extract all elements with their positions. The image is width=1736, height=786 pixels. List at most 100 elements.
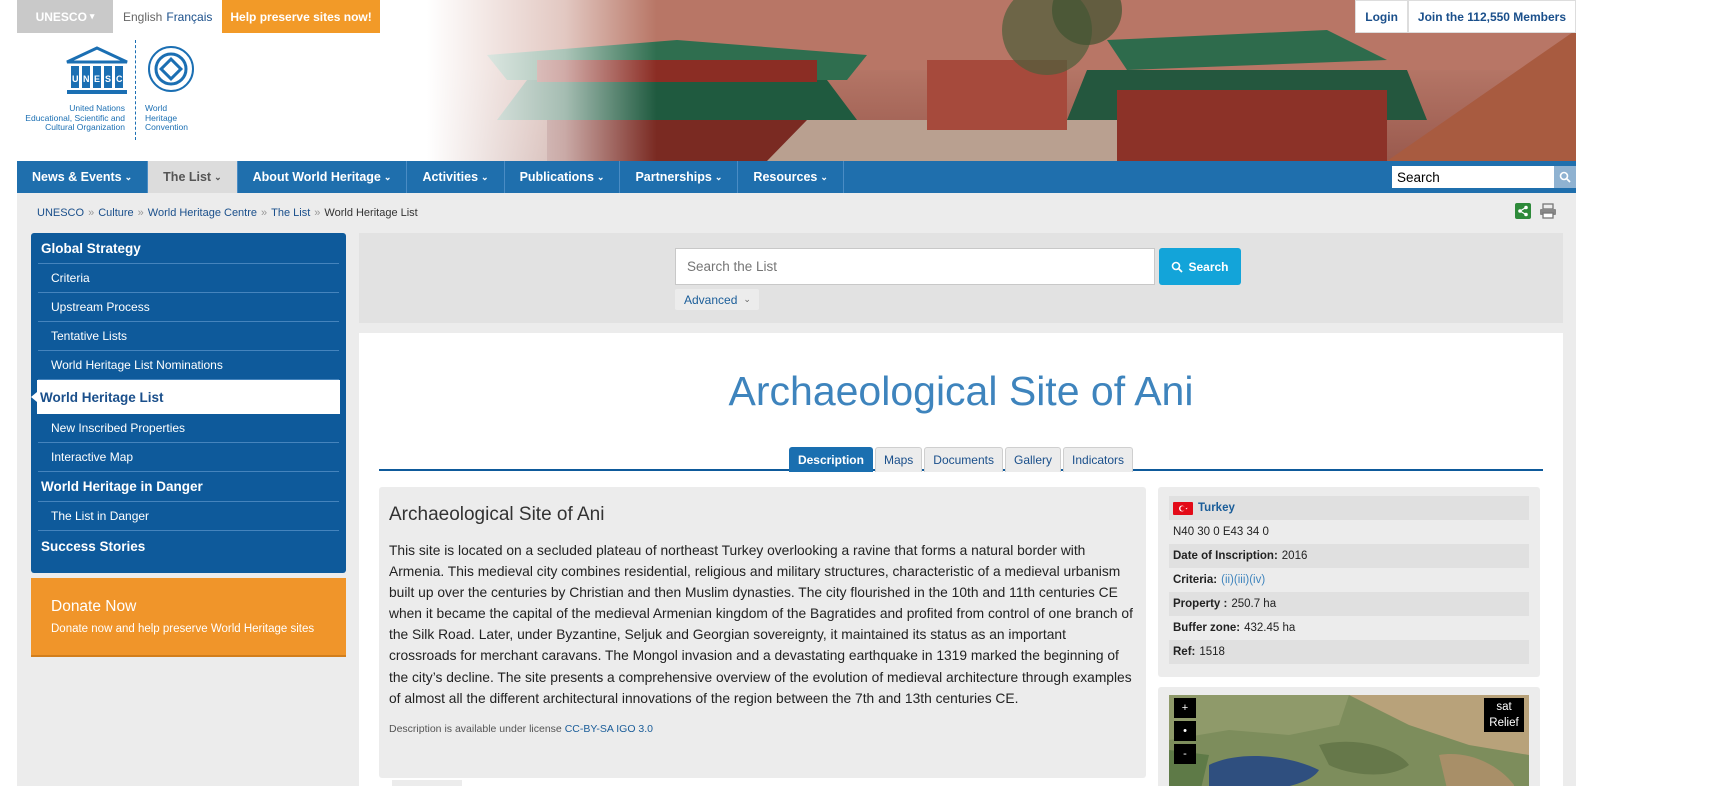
- criteria-link[interactable]: (ii)(iii)(iv): [1221, 574, 1265, 586]
- unesco-dropdown[interactable]: UNESCO ▾: [17, 0, 113, 33]
- tab-maps[interactable]: Maps: [874, 447, 923, 472]
- search-icon: [1172, 261, 1184, 273]
- top-utility-bar: UNESCO ▾ English Français Help preserve …: [17, 0, 380, 33]
- share-icon[interactable]: [1515, 203, 1531, 219]
- breadcrumb-unesco[interactable]: UNESCO: [37, 207, 84, 219]
- chevron-down-icon: ⌄: [214, 171, 222, 182]
- nav-search-button[interactable]: [1554, 166, 1576, 188]
- donate-box[interactable]: Donate Now Donate now and help preserve …: [31, 578, 346, 657]
- svg-text:E: E: [94, 74, 100, 84]
- inscription-value: 2016: [1281, 550, 1308, 562]
- content-tabs: Description Maps Documents Gallery Indic…: [379, 447, 1543, 472]
- help-preserve-button[interactable]: Help preserve sites now!: [222, 0, 380, 33]
- language-switcher: English Français: [113, 0, 223, 33]
- inscription-row: Date of Inscription: 2016: [1169, 544, 1529, 568]
- inscription-label: Date of Inscription:: [1173, 550, 1278, 562]
- list-search-input[interactable]: [675, 248, 1155, 285]
- license-note: Description is available under license C…: [389, 723, 1136, 735]
- map-center-button[interactable]: •: [1174, 721, 1196, 741]
- whc-logo[interactable]: [146, 44, 196, 94]
- nav-activities[interactable]: Activities ⌄: [407, 161, 505, 193]
- nav-news-events[interactable]: News & Events ⌄: [17, 161, 149, 193]
- tab-documents[interactable]: Documents: [924, 447, 1003, 472]
- nav-label: Publications: [519, 170, 594, 184]
- svg-text:N: N: [83, 74, 90, 84]
- country-link[interactable]: Turkey: [1198, 502, 1235, 514]
- nav-label: Partnerships: [635, 170, 712, 184]
- nav-label: Activities: [422, 170, 479, 184]
- site-info-panel: Turkey N40 30 0 E43 34 0 Date of Inscrip…: [1158, 487, 1540, 677]
- interactive-map[interactable]: + • - sat Relief: [1169, 695, 1529, 786]
- breadcrumb-separator: »: [88, 207, 95, 219]
- property-label: Property :: [1173, 598, 1228, 610]
- map-zoom-out-button[interactable]: -: [1174, 744, 1196, 764]
- chevron-down-icon: ⌄: [124, 171, 133, 182]
- lang-english[interactable]: English: [123, 10, 162, 24]
- breadcrumb-the-list[interactable]: The List: [271, 207, 310, 219]
- map-layer-switcher[interactable]: sat Relief: [1484, 698, 1524, 732]
- license-link[interactable]: CC-BY-SA IGO 3.0: [565, 723, 653, 735]
- breadcrumb-separator: »: [137, 207, 144, 219]
- turkey-flag-icon: [1173, 501, 1193, 515]
- nav-about-world-heritage[interactable]: About World Heritage ⌄: [238, 161, 408, 193]
- whc-name: World Heritage Convention: [145, 103, 189, 133]
- sidebar-item-nominations[interactable]: World Heritage List Nominations: [38, 351, 339, 380]
- chevron-down-icon: ⌄: [596, 171, 605, 182]
- lang-french[interactable]: Français: [166, 10, 212, 24]
- donate-text: Donate now and help preserve World Herit…: [51, 623, 315, 635]
- sidebar-item-criteria[interactable]: Criteria: [38, 264, 339, 293]
- nav-label: The List: [163, 170, 212, 184]
- sidebar-item-global-strategy[interactable]: Global Strategy: [38, 234, 339, 264]
- sidebar-item-upstream-process[interactable]: Upstream Process: [38, 293, 339, 322]
- criteria-row: Criteria: (ii)(iii)(iv): [1169, 568, 1529, 592]
- map-panel: + • - sat Relief: [1158, 687, 1540, 786]
- tab-gallery[interactable]: Gallery: [1005, 447, 1062, 472]
- sidebar-item-tentative-lists[interactable]: Tentative Lists: [38, 322, 339, 351]
- tab-indicators[interactable]: Indicators: [1063, 447, 1134, 472]
- map-layer-sat[interactable]: sat: [1484, 699, 1524, 715]
- tab-description[interactable]: Description: [788, 447, 873, 472]
- nav-resources[interactable]: Resources ⌄: [738, 161, 844, 193]
- site-header: UNESCO ▾ English Français Help preserve …: [17, 0, 1576, 161]
- map-layer-relief[interactable]: Relief: [1484, 715, 1524, 731]
- map-zoom-in-button[interactable]: +: [1174, 698, 1196, 718]
- sidebar-item-world-heritage-list[interactable]: World Heritage List: [31, 380, 340, 414]
- country-row: Turkey: [1169, 496, 1529, 520]
- nav-label: News & Events: [32, 170, 122, 184]
- login-link[interactable]: Login: [1355, 0, 1408, 33]
- nav-label: Resources: [753, 170, 818, 184]
- advanced-label: Advanced: [684, 292, 738, 307]
- description-title: Archaeological Site of Ani: [389, 504, 605, 525]
- sidebar-item-interactive-map[interactable]: Interactive Map: [38, 443, 339, 472]
- svg-text:S: S: [105, 74, 111, 84]
- breadcrumb-separator: »: [314, 207, 321, 219]
- svg-text:C: C: [116, 74, 123, 84]
- description-text: This site is located on a secluded plate…: [389, 543, 1133, 706]
- list-search-button[interactable]: Search: [1159, 248, 1241, 285]
- list-search-panel: Search Advanced ⌄: [359, 233, 1563, 323]
- sidebar-item-in-danger[interactable]: World Heritage in Danger: [38, 472, 339, 502]
- license-prefix: Description is available under license: [389, 722, 562, 735]
- partial-tab: [392, 780, 462, 786]
- search-icon: [1559, 171, 1571, 183]
- breadcrumb-culture[interactable]: Culture: [98, 207, 133, 219]
- advanced-search-toggle[interactable]: Advanced ⌄: [675, 289, 759, 310]
- nav-search-input[interactable]: [1392, 166, 1554, 188]
- sidebar-item-new-inscribed[interactable]: New Inscribed Properties: [38, 414, 339, 443]
- print-icon[interactable]: [1539, 203, 1557, 219]
- sidebar-item-list-in-danger[interactable]: The List in Danger: [38, 502, 339, 531]
- nav-partnerships[interactable]: Partnerships ⌄: [620, 161, 739, 193]
- nav-publications[interactable]: Publications ⌄: [505, 161, 621, 193]
- coordinates-row: N40 30 0 E43 34 0: [1169, 520, 1529, 544]
- description-panel: Archaeological Site of Ani This site is …: [379, 487, 1146, 778]
- join-members-link[interactable]: Join the 112,550 Members: [1407, 0, 1576, 33]
- page: UNESCO ▾ English Français Help preserve …: [0, 0, 1736, 786]
- main-navbar: News & Events ⌄ The List ⌄ About World Her…: [17, 161, 1576, 193]
- breadcrumb-whc[interactable]: World Heritage Centre: [148, 207, 257, 219]
- unesco-logo[interactable]: UNESC: [63, 46, 131, 98]
- site-container: UNESCO ▾ English Français Help preserve …: [17, 0, 1576, 786]
- main-content: Archaeological Site of Ani Description M…: [359, 333, 1563, 786]
- nav-the-list[interactable]: The List ⌄: [148, 161, 238, 193]
- nav-label: About World Heritage: [252, 170, 381, 184]
- sidebar-item-success-stories[interactable]: Success Stories: [38, 531, 339, 561]
